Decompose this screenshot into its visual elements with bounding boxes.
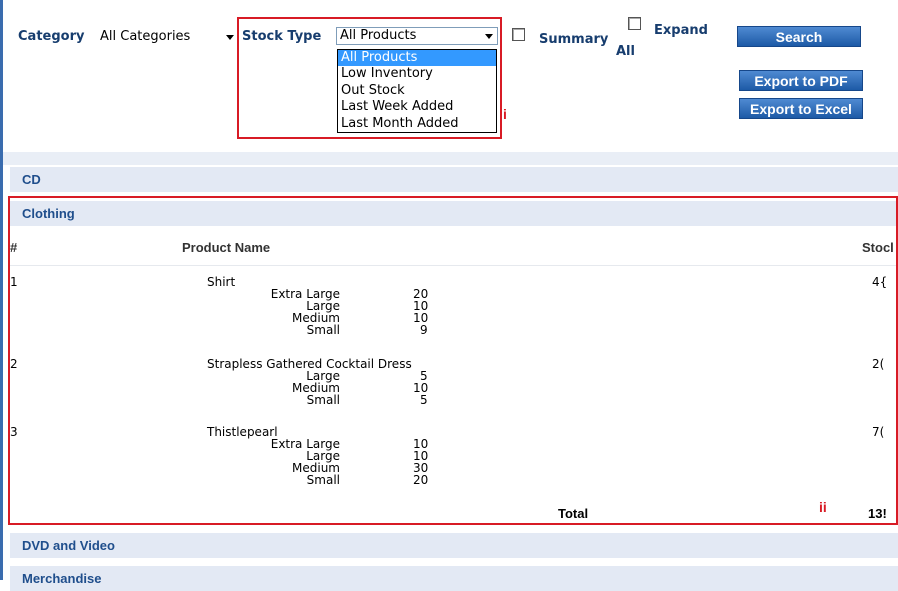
annotation-box-i (237, 17, 502, 139)
all-label: All (616, 44, 635, 59)
category-bar-merchandise[interactable]: Merchandise (10, 566, 898, 591)
export-pdf-button[interactable]: Export to PDF (739, 70, 863, 91)
annotation-box-ii (8, 196, 898, 525)
search-button[interactable]: Search (737, 26, 861, 47)
category-bar-cd[interactable]: CD (10, 167, 898, 192)
category-select[interactable]: All Categories (96, 27, 236, 45)
expand-label: Expand (654, 23, 708, 38)
export-excel-button[interactable]: Export to Excel (739, 98, 863, 119)
summary-label: Summary (539, 32, 609, 47)
category-select-value: All Categories (100, 29, 191, 44)
chevron-down-icon[interactable] (226, 35, 234, 40)
annotation-label-ii: ii (819, 499, 827, 515)
summary-checkbox[interactable] (512, 28, 525, 41)
category-bar-dvd-and-video[interactable]: DVD and Video (10, 533, 898, 558)
category-label: Category (18, 29, 85, 44)
expand-all-checkbox[interactable] (628, 17, 641, 30)
annotation-label-i: i (503, 106, 507, 122)
separator-band (3, 152, 898, 165)
